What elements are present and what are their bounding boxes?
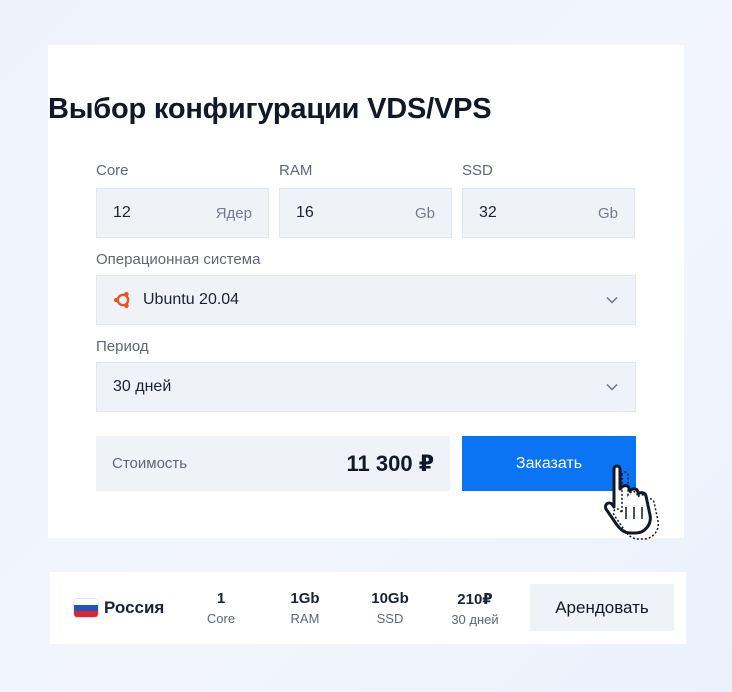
period-value: 30 дней: [113, 378, 172, 395]
ram-unit: Gb: [414, 204, 435, 222]
cost-value: 11 300 ₽: [346, 450, 435, 476]
ssd-input[interactable]: 32 Gb: [462, 188, 635, 238]
chevron-down-icon: [606, 383, 618, 391]
plan-ram: 1Gb RAM: [270, 590, 340, 626]
rent-button[interactable]: Арендовать: [530, 584, 674, 631]
plan-ram-label: RAM: [290, 611, 320, 626]
ram-label: RAM: [279, 162, 313, 179]
os-value: Ubuntu 20.04: [143, 291, 240, 308]
plan-ram-value: 1Gb: [290, 590, 320, 607]
core-label: Core: [96, 162, 129, 179]
core-unit: Ядер: [215, 204, 252, 222]
core-value: 12: [113, 204, 131, 221]
plan-ssd-label: SSD: [376, 611, 404, 626]
hand-cursor-icon: [604, 464, 660, 540]
plan-core: 1 Core: [186, 590, 256, 626]
plan-ssd-value: 10Gb: [371, 590, 409, 607]
cost-label: Стоимость: [112, 455, 188, 472]
plan-price-period: 30 дней: [451, 612, 499, 627]
plan-ssd: 10Gb SSD: [355, 590, 425, 626]
os-select[interactable]: Ubuntu 20.04: [96, 275, 636, 325]
plan-core-label: Core: [206, 611, 236, 626]
plan-core-value: 1: [216, 590, 226, 607]
cost-summary: Стоимость 11 300 ₽: [96, 436, 450, 491]
russia-flag-icon: [74, 599, 98, 617]
plan-price-value: 210₽: [457, 591, 493, 608]
ssd-unit: Gb: [597, 204, 618, 222]
core-input[interactable]: 12 Ядер: [96, 188, 269, 238]
ssd-label: SSD: [462, 162, 493, 179]
ram-value: 16: [296, 204, 314, 221]
country-name: Россия: [104, 598, 165, 617]
page-title: Выбор конфигурации VDS/VPS: [48, 93, 492, 125]
chevron-down-icon: [606, 296, 618, 304]
period-label: Период: [96, 338, 149, 355]
ram-input[interactable]: 16 Gb: [279, 188, 452, 238]
plan-price: 210₽ 30 дней: [440, 590, 510, 627]
os-label: Операционная система: [96, 251, 261, 268]
ubuntu-icon: [114, 291, 132, 309]
period-select[interactable]: 30 дней: [96, 362, 636, 412]
ssd-value: 32: [479, 204, 497, 221]
